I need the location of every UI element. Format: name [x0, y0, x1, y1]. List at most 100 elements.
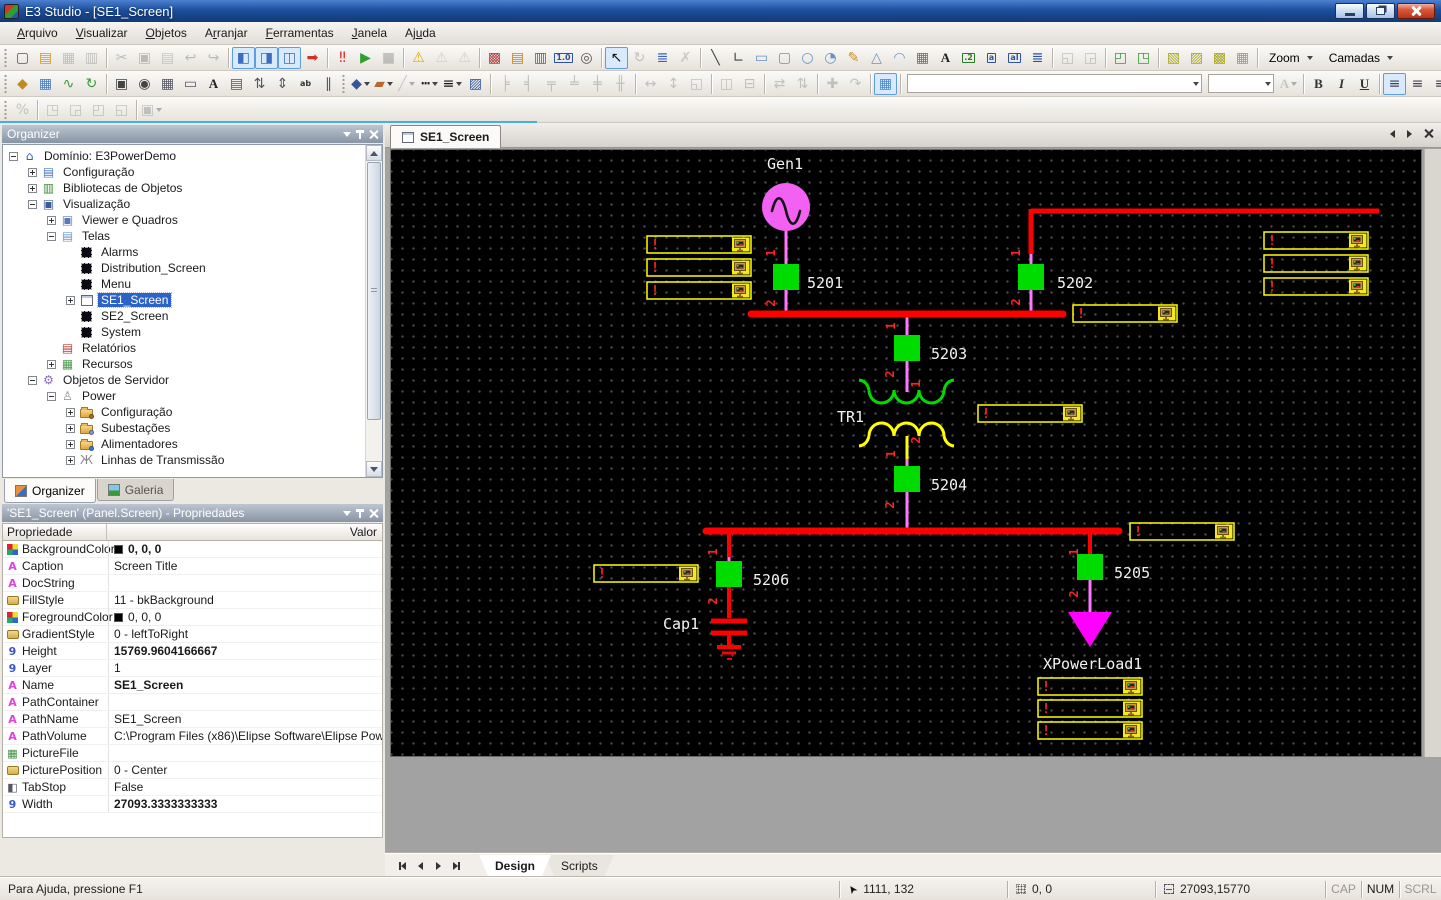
tree-item-power-configuracao[interactable]: Configuração [3, 404, 365, 420]
last-page-icon[interactable] [447, 858, 465, 874]
new-domain-button[interactable]: ▢ [11, 47, 34, 69]
bring-forward-button[interactable]: ▩ [1208, 47, 1231, 69]
run-application-button[interactable]: ▶ [354, 47, 377, 69]
tree-item-se2-screen[interactable]: SE2_Screen [3, 308, 365, 324]
capacitor-cap1[interactable] [711, 621, 747, 659]
collapse-icon[interactable] [28, 200, 37, 209]
export-objects-button[interactable]: ▤ [506, 47, 529, 69]
insert-spin-button[interactable]: ⇅ [248, 73, 271, 95]
draw-line-button[interactable]: ╲ [704, 47, 727, 69]
underline-button[interactable]: U [1353, 73, 1376, 95]
expand-icon[interactable] [28, 184, 37, 193]
property-row-tabstop[interactable]: ◧TabStopFalse [3, 779, 382, 796]
select-pointer-button[interactable]: ↖ [605, 47, 628, 69]
property-value[interactable]: 0 - Center [108, 762, 382, 778]
line-style-button[interactable]: ┅ [418, 73, 441, 95]
decimal-points-button[interactable]: 1.0 [552, 47, 575, 69]
insert-e3chart-button[interactable]: ∿ [57, 73, 80, 95]
space-across-button[interactable]: ⇄ [768, 73, 791, 95]
more-position-button[interactable]: ▣ [140, 99, 163, 121]
menu-objetos[interactable]: Objetos [137, 23, 196, 43]
undo-button[interactable]: ↩ [179, 47, 202, 69]
menu-arquivo[interactable]: Arquivo [8, 23, 67, 43]
previous-page-icon[interactable] [411, 858, 429, 874]
insert-e3query-button[interactable]: ↻ [80, 73, 103, 95]
text-align-left-button[interactable]: ≡ [1383, 73, 1406, 95]
copy-button[interactable]: ▣ [133, 47, 156, 69]
display-box[interactable]: ! [1073, 305, 1177, 322]
draw-polyline-button[interactable]: ∟ [727, 47, 750, 69]
breaker-5206-label[interactable]: 5206 [753, 571, 789, 589]
property-value[interactable]: SE1_Screen [108, 711, 382, 727]
tree-item-bibliotecas[interactable]: ▥Bibliotecas de Objetos [3, 180, 365, 196]
domain-warnings-button[interactable]: ⚠ [407, 47, 430, 69]
size-down-button[interactable]: ◲ [64, 99, 87, 121]
display-box[interactable]: ! [1264, 255, 1368, 272]
column-valor[interactable]: Valor [107, 524, 382, 540]
breaker-5201-label[interactable]: 5201 [807, 274, 843, 292]
load-xpowerload1[interactable] [1068, 612, 1112, 647]
toolbar-grip[interactable] [3, 100, 8, 120]
breaker-5206[interactable] [716, 561, 742, 587]
property-value[interactable]: False [108, 779, 382, 795]
size-up-button[interactable]: ◳ [41, 99, 64, 121]
toggle-organizer-button[interactable]: ◧ [232, 47, 255, 69]
property-value[interactable] [108, 745, 382, 761]
breaker-5201[interactable] [773, 264, 799, 290]
property-row-height[interactable]: 9Height15769.9604166667 [3, 643, 382, 660]
tab-galeria[interactable]: Galeria [97, 479, 175, 501]
draw-rectangle-button[interactable]: ▭ [750, 47, 773, 69]
insert-button-control[interactable]: ▭ [179, 73, 202, 95]
tree-item-telas[interactable]: ▤Telas [3, 228, 365, 244]
toggle-properties-button[interactable]: ◫ [278, 47, 301, 69]
scroll-down-icon[interactable] [366, 461, 382, 477]
cut-button[interactable]: ✂ [110, 47, 133, 69]
close-panel-icon[interactable] [369, 130, 378, 139]
property-row-caption[interactable]: ACaptionScreen Title [3, 558, 382, 575]
shift-right-button[interactable]: ◱ [110, 99, 133, 121]
display-box[interactable]: ! [978, 405, 1082, 422]
verify-domain-button[interactable]: ‼ [331, 47, 354, 69]
align-bottom-button[interactable]: ╧ [563, 73, 586, 95]
toggle-tags-button[interactable]: ➡ [301, 47, 324, 69]
property-row-width[interactable]: 9Width27093.3333333333 [3, 796, 382, 813]
property-row-pathname[interactable]: APathNameSE1_Screen [3, 711, 382, 728]
panel-menu-icon[interactable] [343, 511, 351, 516]
property-value[interactable]: SE1_Screen [108, 677, 382, 693]
tab-scripts[interactable]: Scripts [545, 855, 614, 876]
property-value[interactable]: C:\Program Files (x86)\Elipse Software\E… [108, 728, 382, 744]
property-row-backgroundcolor[interactable]: BackgroundColor0, 0, 0 [3, 541, 382, 558]
breaker-5203-label[interactable]: 5203 [931, 345, 967, 363]
tab-organizer[interactable]: Organizer [4, 479, 96, 503]
tree-item-viewer-quadros[interactable]: ▣Viewer e Quadros [3, 212, 365, 228]
menu-visualizar[interactable]: Visualizar [67, 23, 137, 43]
send-to-back-button[interactable]: ▨ [1185, 47, 1208, 69]
pin-icon[interactable] [359, 509, 361, 518]
tree-item-objetos-servidor[interactable]: ⚙Objetos de Servidor [3, 372, 365, 388]
tab-design[interactable]: Design [479, 855, 551, 876]
bring-to-front-button[interactable]: ▧ [1162, 47, 1185, 69]
save-button[interactable]: ▦ [57, 47, 80, 69]
tree-item-distribution-screen[interactable]: Distribution_Screen [3, 260, 365, 276]
property-row-picturefile[interactable]: ▦PictureFile [3, 745, 382, 762]
align-right-button[interactable]: ╡ [517, 73, 540, 95]
insert-updown-button[interactable]: ⇕ [271, 73, 294, 95]
close-button[interactable] [1397, 3, 1435, 19]
display-box[interactable]: ! [1038, 700, 1142, 717]
menu-ajuda[interactable]: Ajuda [396, 23, 445, 43]
breaker-5205-label[interactable]: 5205 [1114, 564, 1150, 582]
tree-item-menu[interactable]: Menu [3, 276, 365, 292]
insert-text-button[interactable]: A [934, 47, 957, 69]
move-points-button[interactable]: ✚ [821, 73, 844, 95]
property-value[interactable] [108, 575, 382, 591]
draw-arc-button[interactable]: ◔ [819, 47, 842, 69]
open-domain-button[interactable]: ▤ [34, 47, 57, 69]
next-page-icon[interactable] [429, 858, 447, 874]
font-family-combo[interactable] [907, 74, 1202, 93]
label-gen1[interactable]: Gen1 [767, 155, 803, 173]
display-box[interactable]: ! [594, 565, 698, 582]
property-value[interactable]: 0, 0, 0 [108, 541, 382, 557]
tree-item-relatorios[interactable]: ▤Relatórios [3, 340, 365, 356]
display-box[interactable]: ! [647, 259, 751, 276]
tab-scroll-right-icon[interactable] [1407, 130, 1412, 138]
